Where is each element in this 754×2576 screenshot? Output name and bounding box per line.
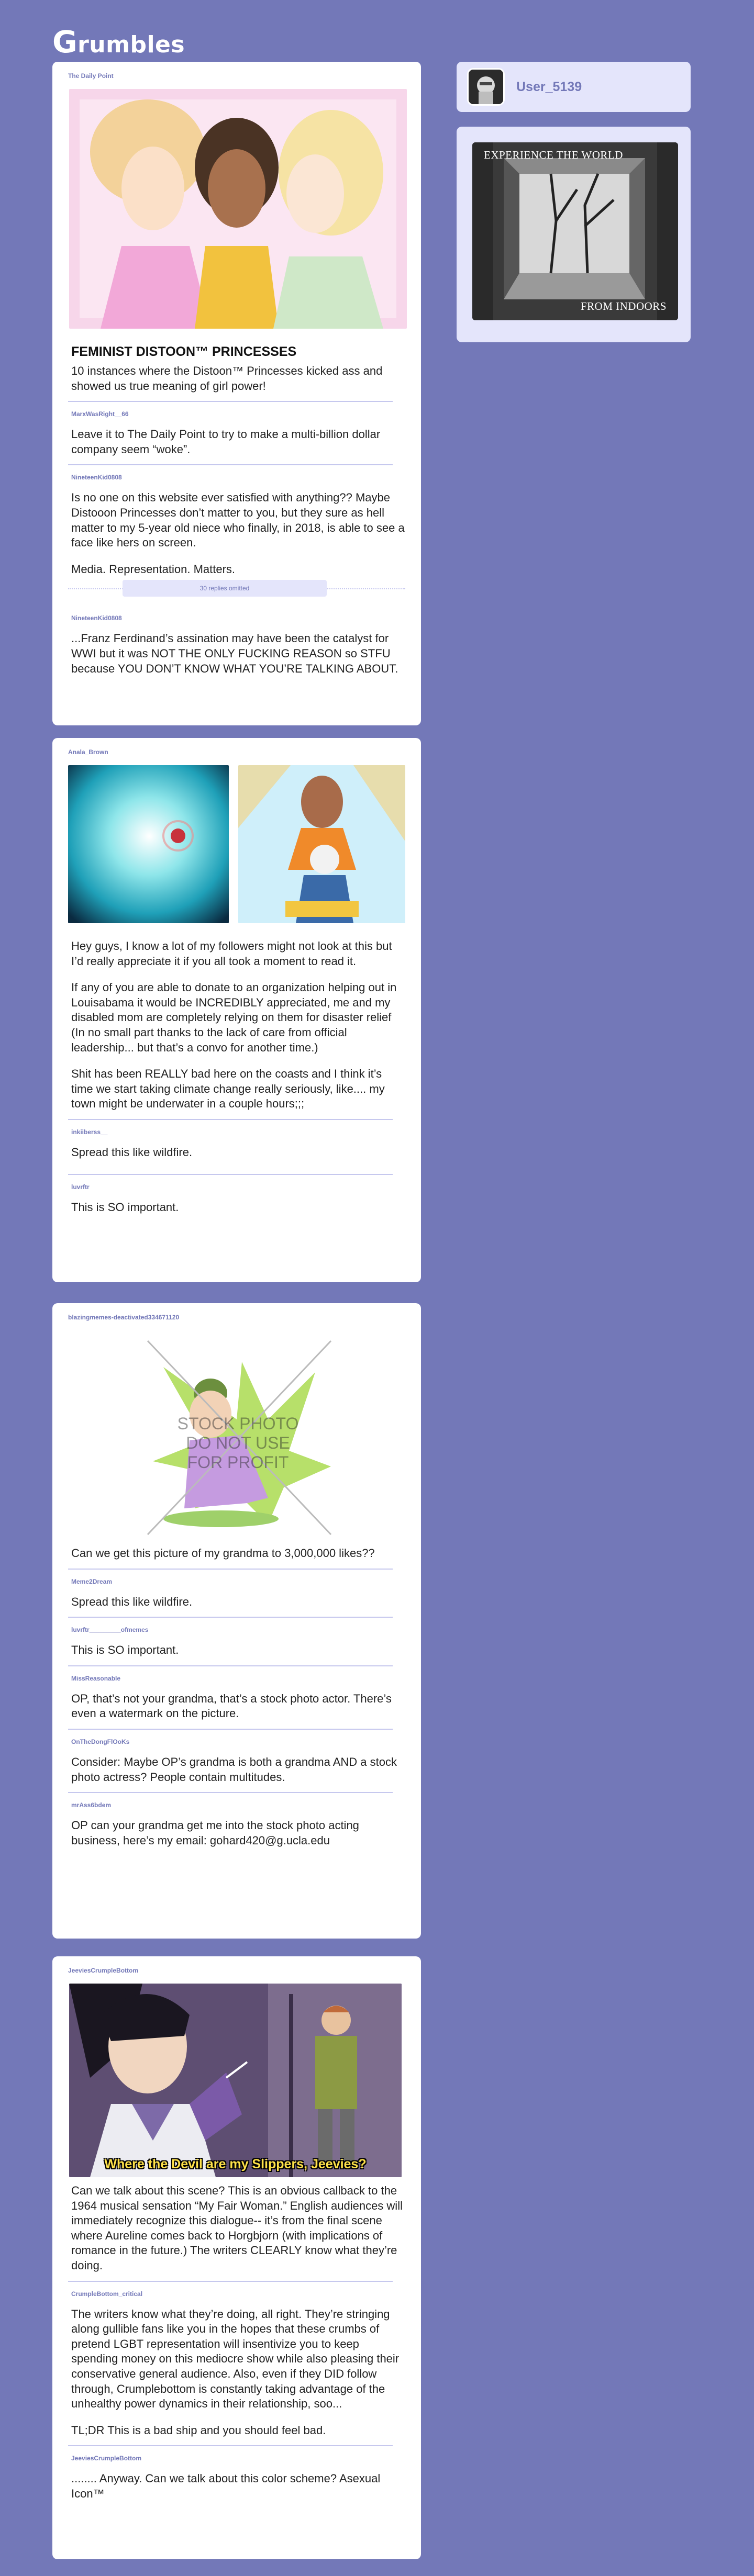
- reply: MarxWasRight__66 Leave it to The Daily P…: [68, 410, 405, 457]
- post-paragraph: If any of you are able to donate to an o…: [71, 981, 397, 1054]
- post-author[interactable]: The Daily Point: [68, 72, 405, 80]
- advertisement-card[interactable]: EXPERIENCE THE WORLD FROM INDOORS: [457, 127, 691, 342]
- reply-author[interactable]: CrumpleBottom_critical: [71, 2290, 405, 2298]
- reply-body: Consider: Maybe OP’s grandma is both a g…: [71, 1755, 397, 1784]
- divider: [68, 1792, 393, 1794]
- user-card[interactable]: User_5139: [457, 62, 691, 112]
- reply-author[interactable]: luvrftr_________ofmemes: [71, 1626, 405, 1633]
- post-author[interactable]: blazingmemes-deactivated334671120: [68, 1314, 405, 1321]
- reply-author[interactable]: MarxWasRight__66: [71, 410, 405, 418]
- post-image-storm[interactable]: [68, 765, 229, 923]
- watermark-line: DO NOT USE: [186, 1433, 290, 1452]
- post-paragraph: Shit has been REALLY bad here on the coa…: [71, 1067, 385, 1111]
- reply-body: Spread this like wildfire.: [71, 1145, 193, 1159]
- image-caption: Where the Devil are my Slippers, Jeevies…: [104, 2157, 367, 2171]
- reply-author[interactable]: NineteenKid0808: [71, 474, 405, 481]
- post-author[interactable]: Anala_Brown: [68, 748, 405, 756]
- app-logo[interactable]: Grumbles: [52, 24, 185, 60]
- divider: [68, 1665, 393, 1666]
- reply: inkiiberss__ Spread this like wildfire.: [68, 1128, 405, 1160]
- watermark-line: STOCK PHOTO: [177, 1414, 299, 1433]
- divider: [68, 2280, 393, 2282]
- reply-author[interactable]: luvrftr: [71, 1183, 405, 1191]
- divider: [68, 1173, 393, 1175]
- divider: [68, 1568, 393, 1570]
- divider: [68, 464, 393, 466]
- post-image-princesses[interactable]: [69, 89, 407, 329]
- reply: JeeviesCrumpleBottom ........ Anyway. Ca…: [68, 2455, 405, 2501]
- post-body: Can we get this picture of my grandma to…: [71, 1547, 375, 1560]
- reply: MissReasonable OP, that’s not your grand…: [68, 1675, 405, 1721]
- post-image-grandma[interactable]: STOCK PHOTO DO NOT USE FOR PROFIT: [69, 1330, 407, 1540]
- reply-author[interactable]: NineteenKid0808: [71, 614, 405, 622]
- reply-body: Spread this like wildfire.: [71, 1595, 193, 1608]
- reply: luvrftr_________ofmemes This is SO impor…: [68, 1626, 405, 1658]
- reply: Meme2Dream Spread this like wildfire.: [68, 1578, 405, 1610]
- ad-bottom-text: FROM INDOORS: [580, 300, 667, 312]
- divider: [68, 1617, 393, 1618]
- post-card: Anala_Brown Hey guys, I know a lot of my…: [52, 738, 421, 1282]
- avatar[interactable]: [467, 68, 505, 106]
- username[interactable]: User_5139: [516, 80, 582, 95]
- reply-paragraph: Is no one on this website ever satisfied…: [71, 491, 405, 550]
- reply-author[interactable]: MissReasonable: [71, 1675, 405, 1682]
- divider: [68, 401, 393, 402]
- post-title: FEMINIST DISTOON™ PRINCESSES: [71, 344, 297, 359]
- post-card: The Daily Point FEMINIST DISTOON™ PRINCE…: [52, 62, 421, 725]
- reply-body: ...Franz Ferdinand’s assination may have…: [71, 632, 398, 675]
- reply-paragraph: Media. Representation. Matters.: [71, 562, 236, 576]
- post-card: JeeviesCrumpleBottom Where the Devil are…: [52, 1956, 421, 2559]
- divider: [68, 1728, 393, 1730]
- logo-rest: rumbles: [77, 31, 185, 58]
- ad-top-text: EXPERIENCE THE WORLD: [484, 149, 623, 161]
- reply-author[interactable]: JeeviesCrumpleBottom: [71, 2455, 405, 2462]
- divider: [68, 1118, 393, 1120]
- post-body: Hey guys, I know a lot of my followers m…: [68, 939, 405, 1112]
- reply-body: This is SO important.: [71, 1200, 179, 1214]
- watermark-line: FOR PROFIT: [187, 1452, 289, 1472]
- reply: CrumpleBottom_critical The writers know …: [68, 2290, 405, 2438]
- post-image-cartoon-scene[interactable]: Where the Devil are my Slippers, Jeevies…: [69, 1984, 402, 2177]
- reply: NineteenKid0808 Is no one on this websit…: [68, 474, 405, 577]
- logo-initial: G: [52, 24, 78, 60]
- reply: NineteenKid0808 ...Franz Ferdinand’s ass…: [68, 614, 405, 676]
- omitted-replies: 30 replies omitted: [68, 580, 405, 606]
- reply-paragraph: The writers know what they’re doing, all…: [71, 2307, 400, 2411]
- omitted-replies-button[interactable]: 30 replies omitted: [123, 580, 327, 597]
- reply: OnTheDongFlOoKs Consider: Maybe OP’s gra…: [68, 1738, 405, 1785]
- reply-body: Is no one on this website ever satisfied…: [71, 490, 405, 577]
- post-body: Can we talk about this scene? This is an…: [71, 2184, 403, 2272]
- reply-author[interactable]: OnTheDongFlOoKs: [71, 1738, 405, 1745]
- reply-body: Leave it to The Daily Point to try to ma…: [71, 428, 381, 456]
- reply-body: OP, that’s not your grandma, that’s a st…: [71, 1692, 392, 1720]
- reply-author[interactable]: mrAss6bdem: [71, 1801, 405, 1809]
- divider: [68, 2445, 393, 2447]
- post-card: blazingmemes-deactivated334671120 STOCK …: [52, 1303, 421, 1939]
- post-image-family[interactable]: [238, 765, 405, 923]
- post-body: 10 instances where the Distoon™ Princess…: [71, 364, 383, 393]
- post-images: [68, 765, 405, 923]
- reply-body: OP can your grandma get me into the stoc…: [71, 1819, 359, 1847]
- reply-body: The writers know what they’re doing, all…: [71, 2307, 405, 2438]
- reply: luvrftr This is SO important.: [68, 1183, 405, 1215]
- reply: mrAss6bdem OP can your grandma get me in…: [68, 1801, 405, 1848]
- reply-paragraph: TL;DR This is a bad ship and you should …: [71, 2423, 326, 2437]
- post-author[interactable]: JeeviesCrumpleBottom: [68, 1967, 405, 1974]
- advertisement-image[interactable]: EXPERIENCE THE WORLD FROM INDOORS: [472, 142, 678, 320]
- stock-watermark: STOCK PHOTO DO NOT USE FOR PROFIT: [69, 1414, 407, 1472]
- reply-body: ........ Anyway. Can we talk about this …: [71, 2472, 381, 2500]
- reply-body: This is SO important.: [71, 1643, 179, 1657]
- post-paragraph: Hey guys, I know a lot of my followers m…: [71, 939, 392, 968]
- reply-author[interactable]: inkiiberss__: [71, 1128, 405, 1136]
- reply-author[interactable]: Meme2Dream: [71, 1578, 405, 1585]
